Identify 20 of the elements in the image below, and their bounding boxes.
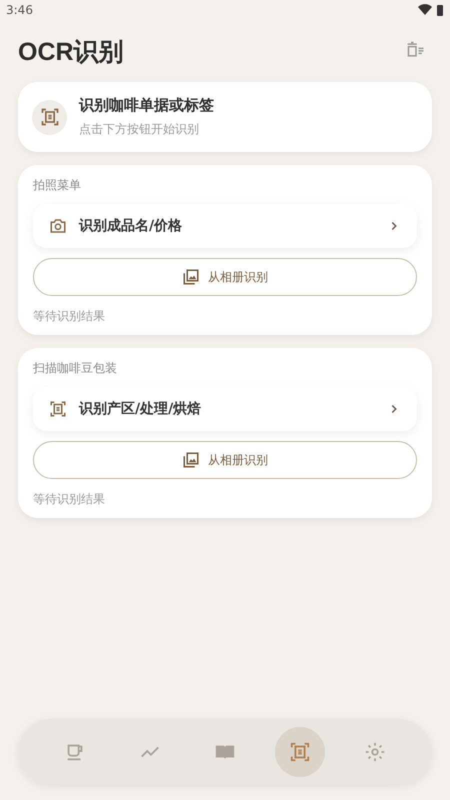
status-time: 3:46 (6, 3, 33, 17)
scan-icon (288, 741, 311, 763)
settings-icon (364, 741, 386, 763)
album-button[interactable]: 从相册识别 (33, 258, 417, 296)
gallery-icon (182, 268, 200, 286)
card-title: 识别咖啡单据或标签 (79, 96, 214, 115)
recognize-button[interactable]: 识别产区/处理/烘焙 (33, 387, 417, 431)
album-button[interactable]: 从相册识别 (33, 441, 417, 479)
card-subtitle: 点击下方按钮开始识别 (79, 121, 200, 138)
recognize-button[interactable]: 识别成品名/价格 (33, 204, 417, 248)
wifi-battery-icon (418, 4, 444, 16)
scan-icon (49, 400, 67, 418)
status-text: 等待识别结果 (33, 308, 106, 325)
status-text: 等待识别结果 (33, 491, 106, 508)
camera-icon (49, 217, 67, 235)
page-title: OCR识别 (18, 36, 124, 68)
section-title: 扫描咖啡豆包装 (33, 360, 118, 377)
scan-icon (40, 107, 60, 127)
section-title: 拍照菜单 (33, 177, 82, 194)
gallery-icon (182, 451, 200, 469)
